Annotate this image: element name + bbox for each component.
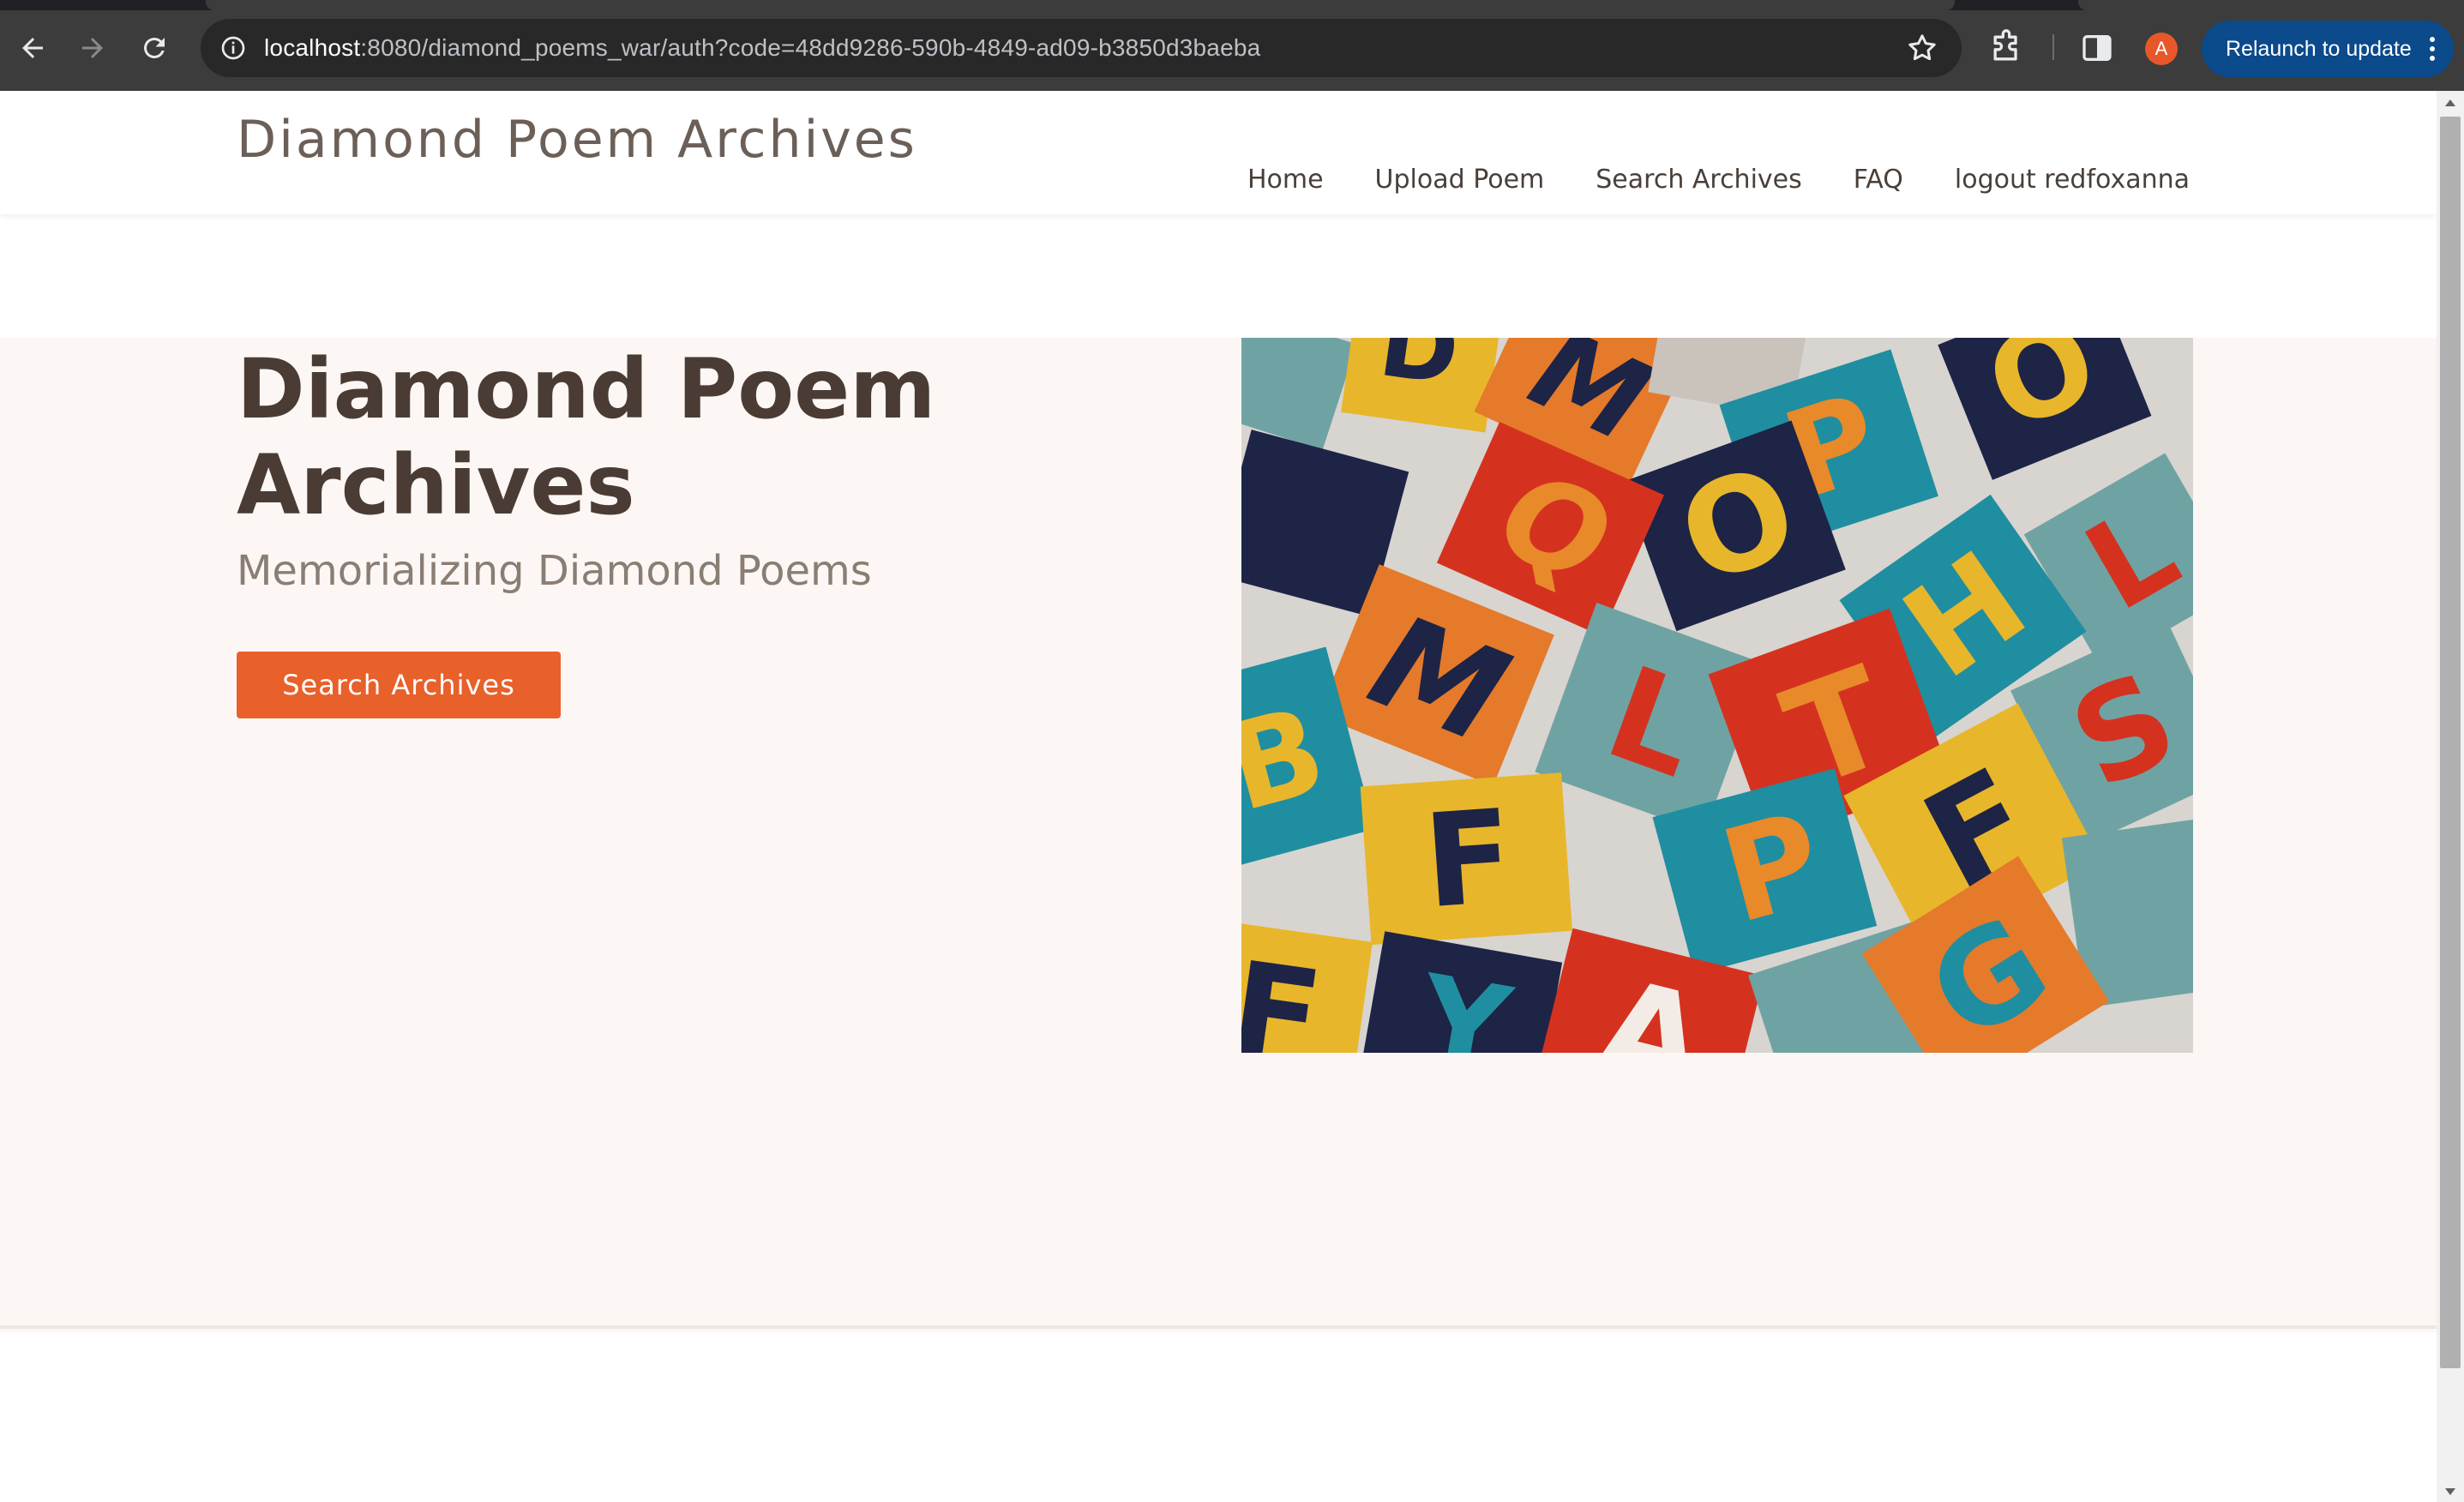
forward-button[interactable] xyxy=(67,22,118,74)
page-scrollbar[interactable] xyxy=(2437,91,2464,1502)
url-host: localhost xyxy=(264,34,361,61)
nav-logout[interactable]: logout redfoxanna xyxy=(1955,165,2190,195)
main-nav: Home Upload Poem Search Archives FAQ log… xyxy=(1196,165,2190,195)
svg-text:D: D xyxy=(1373,338,1465,407)
reload-button[interactable] xyxy=(129,22,180,74)
section-divider xyxy=(0,1325,2437,1329)
hero-section: Diamond Poem Archives Memorializing Diam… xyxy=(0,338,2437,1332)
browser-toolbar: localhost:8080/diamond_poems_war/auth?co… xyxy=(0,0,2464,91)
hero-subtitle: Memorializing Diamond Poems xyxy=(237,547,872,595)
extensions-puzzle-icon[interactable] xyxy=(1987,29,2025,67)
web-page: Diamond Poem Archives Home Upload Poem S… xyxy=(0,91,2437,1502)
address-bar[interactable]: localhost:8080/diamond_poems_war/auth?co… xyxy=(201,19,1962,77)
svg-text:F: F xyxy=(1241,934,1330,1053)
scrollbar-thumb[interactable] xyxy=(2440,117,2461,1368)
search-archives-button[interactable]: Search Archives xyxy=(237,652,561,718)
toolbar-separator xyxy=(2052,34,2054,60)
back-arrow-icon xyxy=(22,38,43,58)
relaunch-update-button[interactable]: Relaunch to update xyxy=(2202,21,2454,77)
nav-home[interactable]: Home xyxy=(1247,165,1324,195)
back-button[interactable] xyxy=(7,22,58,74)
letter-tiles-illustration: D M P O O Q L H M L T S B F P F F Y A G xyxy=(1241,338,2193,1053)
active-tab[interactable] xyxy=(206,0,1955,10)
site-header: Diamond Poem Archives Home Upload Poem S… xyxy=(0,91,2437,214)
nav-upload-poem[interactable]: Upload Poem xyxy=(1375,165,1545,195)
letter-tiles-image: D M P O O Q L H M L T S B F P F F Y A G xyxy=(1241,338,2193,1053)
nav-search-archives[interactable]: Search Archives xyxy=(1596,165,1801,195)
relaunch-label: Relaunch to update xyxy=(2226,37,2412,61)
bookmark-star-icon[interactable] xyxy=(1905,31,1939,65)
inactive-tab[interactable] xyxy=(2078,0,2464,10)
scroll-down-arrow-icon[interactable] xyxy=(2443,1487,2457,1497)
more-menu-icon[interactable] xyxy=(2430,37,2435,61)
hero-title: Diamond Poem Archives xyxy=(237,341,936,533)
svg-text:F: F xyxy=(1420,783,1517,938)
url-path: :8080/diamond_poems_war/auth?code=48dd92… xyxy=(360,34,1261,61)
site-info-icon[interactable] xyxy=(214,29,252,67)
forward-arrow-icon xyxy=(82,38,103,58)
profile-avatar[interactable]: A xyxy=(2145,33,2178,65)
scroll-up-arrow-icon[interactable] xyxy=(2443,98,2457,108)
site-brand[interactable]: Diamond Poem Archives xyxy=(237,110,917,170)
url-text[interactable]: localhost:8080/diamond_poems_war/auth?co… xyxy=(264,19,1260,77)
side-panel-icon[interactable] xyxy=(2080,31,2114,65)
nav-faq[interactable]: FAQ xyxy=(1854,165,1903,195)
reload-icon xyxy=(144,37,165,58)
